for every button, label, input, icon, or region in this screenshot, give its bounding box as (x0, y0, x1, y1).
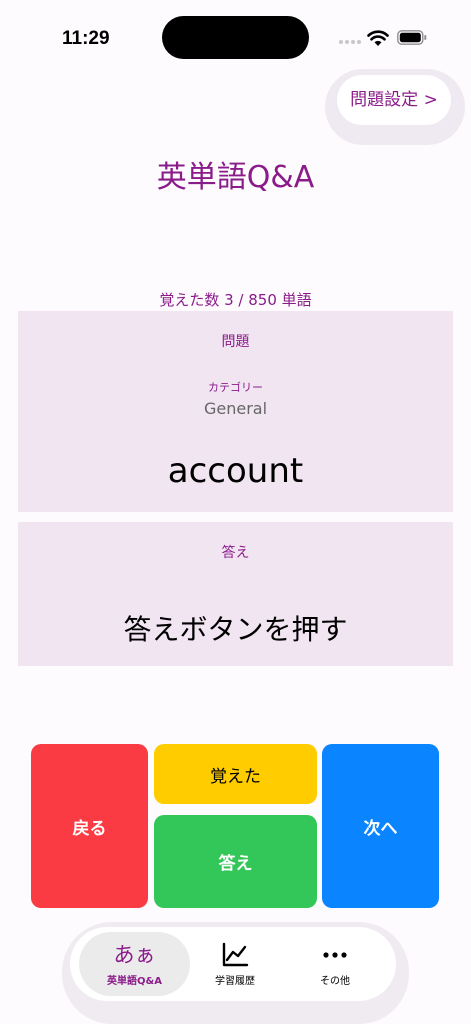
tab-other[interactable]: その他 (290, 927, 380, 1001)
battery-icon (397, 30, 427, 45)
more-icon (323, 952, 347, 958)
back-button[interactable]: 戻る (31, 744, 148, 908)
wifi-icon (367, 30, 389, 46)
status-time: 11:29 (62, 28, 110, 49)
cellular-signal-icon (339, 40, 363, 46)
category-label: カテゴリー (208, 381, 263, 394)
tab-english-qa[interactable]: あぁ 英単語Q&A (79, 927, 190, 1001)
problem-settings-button[interactable]: 問題設定 > (337, 75, 451, 125)
learned-count: 覚えた数 3 / 850 単語 (159, 291, 312, 309)
category-value: General (203, 399, 268, 418)
question-word: account (167, 451, 304, 491)
status-bar: 11:29 (0, 0, 471, 70)
question-heading: 問題 (221, 334, 250, 350)
chart-icon (222, 942, 249, 967)
question-card: 問題 カテゴリー General account (18, 311, 453, 512)
tab-study-history[interactable]: 学習履歴 (190, 927, 280, 1001)
answer-button[interactable]: 答え (154, 815, 317, 908)
tab-label-study-history: 学習履歴 (215, 976, 255, 987)
tab-label-english-qa: 英単語Q&A (107, 976, 162, 987)
page-title: 英単語Q&A (156, 160, 315, 195)
answer-heading: 答え (221, 545, 250, 561)
answer-text: 答えボタンを押す (123, 613, 348, 646)
kana-icon: あぁ (113, 943, 156, 967)
memorized-button[interactable]: 覚えた (154, 744, 317, 804)
next-button[interactable]: 次へ (322, 744, 439, 908)
dynamic-island (162, 16, 309, 59)
answer-card: 答え 答えボタンを押す (18, 522, 453, 666)
tab-label-other: その他 (320, 976, 350, 987)
tab-bar: あぁ 英単語Q&A 学習履歴 その他 (70, 927, 396, 1001)
